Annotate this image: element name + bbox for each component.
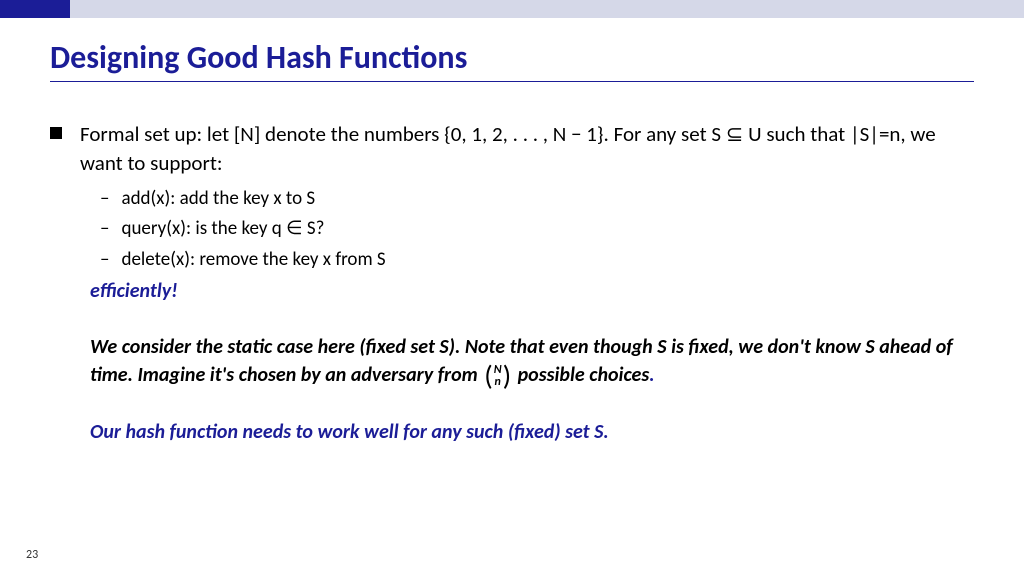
slide-title: Designing Good Hash Functions — [50, 38, 974, 77]
dash-icon: – — [100, 187, 109, 212]
binomial-expression: (Nn) — [484, 362, 511, 390]
sub-item-text: add(x): add the key x to S — [121, 187, 315, 212]
binom-bottom: n — [494, 376, 500, 388]
top-bar-accent — [0, 0, 70, 18]
dash-icon: – — [100, 248, 109, 273]
paragraph-static-case: We consider the static case here (fixed … — [90, 333, 974, 390]
left-paren-icon: ( — [484, 362, 493, 390]
bullet-square-icon — [50, 127, 62, 139]
sub-item-text: query(x): is the key q ∈ S? — [121, 217, 324, 242]
paragraph-hash-function: Our hash function needs to work well for… — [90, 418, 974, 446]
main-bullet-text: Formal set up: let [N] denote the number… — [80, 120, 974, 179]
right-paren-icon: ) — [503, 362, 512, 390]
para1-part2: possible choices — [513, 363, 649, 387]
page-number: 23 — [26, 548, 38, 562]
main-bullet-row: Formal set up: let [N] denote the number… — [50, 120, 974, 179]
efficiently-text: efficiently! — [90, 279, 974, 303]
sub-item-text: delete(x): remove the key x from S — [121, 248, 385, 273]
sub-item: – query(x): is the key q ∈ S? — [100, 217, 974, 242]
sub-item: – add(x): add the key x to S — [100, 187, 974, 212]
para1-dot: . — [649, 363, 654, 387]
binom-stack: Nn — [493, 364, 503, 388]
sub-item: – delete(x): remove the key x from S — [100, 248, 974, 273]
dash-icon: – — [100, 217, 109, 242]
title-underline — [50, 81, 974, 82]
slide-content: Designing Good Hash Functions Formal set… — [0, 18, 1024, 446]
top-bar — [0, 0, 1024, 18]
sub-list: – add(x): add the key x to S – query(x):… — [100, 187, 974, 273]
